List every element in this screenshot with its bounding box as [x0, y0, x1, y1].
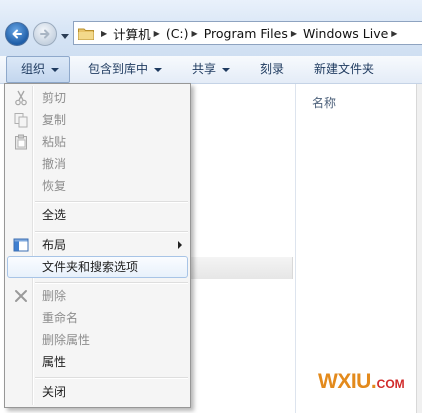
scissors-icon — [15, 90, 27, 106]
burn-button[interactable]: 刻录 — [260, 56, 284, 83]
breadcrumb-separator-icon[interactable]: ▶ — [101, 29, 107, 38]
menu-item-label: 全选 — [42, 208, 67, 222]
menu-item-rename[interactable]: 重命名 — [7, 307, 188, 329]
chevron-down-icon — [51, 67, 60, 72]
menu-item-paste[interactable]: 粘贴 — [7, 131, 188, 153]
menu-item-label: 复制 — [42, 113, 67, 127]
new-folder-button[interactable]: 新建文件夹 — [314, 56, 374, 83]
breadcrumb-separator-icon[interactable]: ▶ — [192, 29, 198, 38]
breadcrumb-separator-icon[interactable]: ▶ — [391, 29, 397, 38]
organize-menu: 剪切 复制 粘贴 撤消 恢复 全选 布局 文件夹和搜索选项 删除 重命名 删除属… — [4, 83, 191, 408]
menu-item-label: 撤消 — [42, 157, 67, 171]
folder-icon — [78, 28, 94, 40]
watermark-text: WXIU — [318, 370, 371, 393]
address-bar: ▶ 计算机 ▶ (C:) ▶ Program Files ▶ Windows L… — [0, 0, 422, 56]
share-label: 共享 — [192, 62, 217, 76]
menu-item-copy[interactable]: 复制 — [7, 109, 188, 131]
paste-icon — [15, 134, 27, 150]
menu-item-delete[interactable]: 删除 — [7, 285, 188, 307]
menu-item-label: 删除 — [42, 289, 67, 303]
forward-button[interactable] — [33, 22, 57, 46]
menu-item-label: 文件夹和搜索选项 — [42, 260, 139, 274]
menu-item-undo[interactable]: 撤消 — [7, 153, 188, 175]
menu-item-cut[interactable]: 剪切 — [7, 87, 188, 109]
menu-item-select-all[interactable]: 全选 — [7, 204, 188, 226]
menu-item-redo[interactable]: 恢复 — [7, 175, 188, 197]
delete-x-icon — [15, 290, 27, 302]
watermark-suffix: COM — [376, 377, 405, 391]
menu-item-remove-properties[interactable]: 删除属性 — [7, 329, 188, 351]
breadcrumb-computer[interactable]: 计算机 — [113, 24, 151, 43]
breadcrumb-separator-icon[interactable]: ▶ — [291, 29, 297, 38]
menu-item-label: 重命名 — [42, 311, 79, 325]
include-in-library-button[interactable]: 包含到库中 — [88, 56, 163, 83]
menu-item-label: 恢复 — [42, 179, 67, 193]
menu-item-folder-and-search-options[interactable]: 文件夹和搜索选项 — [7, 256, 188, 278]
chevron-down-icon — [222, 67, 231, 72]
submenu-arrow-icon — [178, 241, 182, 249]
menu-item-label: 布局 — [42, 238, 67, 252]
menu-separator — [35, 231, 188, 233]
breadcrumb-windows-live[interactable]: Windows Live — [303, 26, 388, 41]
command-bar: 组织 包含到库中 共享 刻录 新建文件夹 — [0, 56, 422, 84]
back-button[interactable] — [5, 22, 29, 46]
vertical-scrollbar[interactable] — [416, 84, 422, 413]
breadcrumb-separator-icon[interactable]: ▶ — [154, 29, 160, 38]
breadcrumb-drive-c[interactable]: (C:) — [166, 26, 189, 41]
include-in-library-label: 包含到库中 — [88, 62, 149, 76]
menu-separator — [35, 201, 188, 203]
menu-item-label: 删除属性 — [42, 333, 91, 347]
nav-pane-item-hover[interactable] — [186, 257, 293, 279]
organize-label: 组织 — [21, 62, 46, 76]
menu-item-properties[interactable]: 属性 — [7, 351, 188, 373]
burn-label: 刻录 — [260, 62, 285, 76]
organize-button[interactable]: 组织 — [6, 56, 70, 83]
new-folder-label: 新建文件夹 — [314, 62, 375, 76]
menu-separator — [35, 377, 188, 379]
menu-item-layout[interactable]: 布局 — [7, 234, 188, 256]
pane-divider[interactable] — [295, 84, 296, 413]
layout-icon — [13, 238, 29, 252]
menu-item-label: 关闭 — [42, 385, 67, 399]
breadcrumb-program-files[interactable]: Program Files — [204, 26, 288, 41]
site-watermark: WXIU.COM — [318, 370, 405, 394]
menu-item-label: 剪切 — [42, 91, 67, 105]
menu-item-close[interactable]: 关闭 — [7, 381, 188, 403]
arrow-right-icon — [40, 29, 50, 39]
chevron-down-icon — [154, 67, 163, 72]
menu-item-label: 粘贴 — [42, 135, 67, 149]
menu-separator — [35, 282, 188, 284]
recent-pages-dropdown-icon[interactable] — [61, 32, 69, 40]
menu-item-label: 属性 — [42, 355, 67, 369]
breadcrumb[interactable]: ▶ 计算机 ▶ (C:) ▶ Program Files ▶ Windows L… — [73, 21, 422, 45]
arrow-left-icon — [12, 29, 22, 39]
copy-icon — [14, 113, 28, 128]
column-header-name[interactable]: 名称 — [312, 94, 336, 111]
share-button[interactable]: 共享 — [192, 56, 231, 83]
